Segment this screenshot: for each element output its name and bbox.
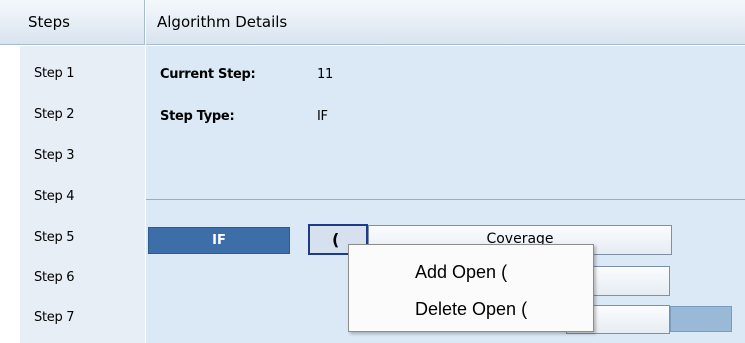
algorithm-details-title: Algorithm Details xyxy=(157,13,288,31)
steps-header: Steps xyxy=(0,0,145,45)
context-menu: Add Open ( Delete Open ( xyxy=(348,244,594,332)
if-keyword-box: IF xyxy=(148,227,290,254)
steps-header-title: Steps xyxy=(28,13,70,31)
details-divider xyxy=(146,199,745,200)
step-item-7[interactable]: Step 7 xyxy=(34,310,134,325)
step-item-3[interactable]: Step 3 xyxy=(34,148,134,163)
step-type-value: IF xyxy=(317,109,328,124)
step-item-5[interactable]: Step 5 xyxy=(34,230,134,245)
step-item-1[interactable]: Step 1 xyxy=(34,66,134,81)
current-step-label: Current Step: xyxy=(160,67,256,82)
step-item-4[interactable]: Step 4 xyxy=(34,189,134,204)
algorithm-details-header: Algorithm Details xyxy=(146,0,745,45)
add-open-paren-menu-item[interactable]: Add Open ( xyxy=(349,257,593,287)
step-item-2[interactable]: Step 2 xyxy=(34,107,134,122)
value-picker-button[interactable] xyxy=(670,306,732,332)
delete-open-paren-menu-item[interactable]: Delete Open ( xyxy=(349,294,593,324)
current-step-value: 11 xyxy=(317,67,333,82)
step-item-6[interactable]: Step 6 xyxy=(34,270,134,285)
step-type-label: Step Type: xyxy=(160,109,235,124)
